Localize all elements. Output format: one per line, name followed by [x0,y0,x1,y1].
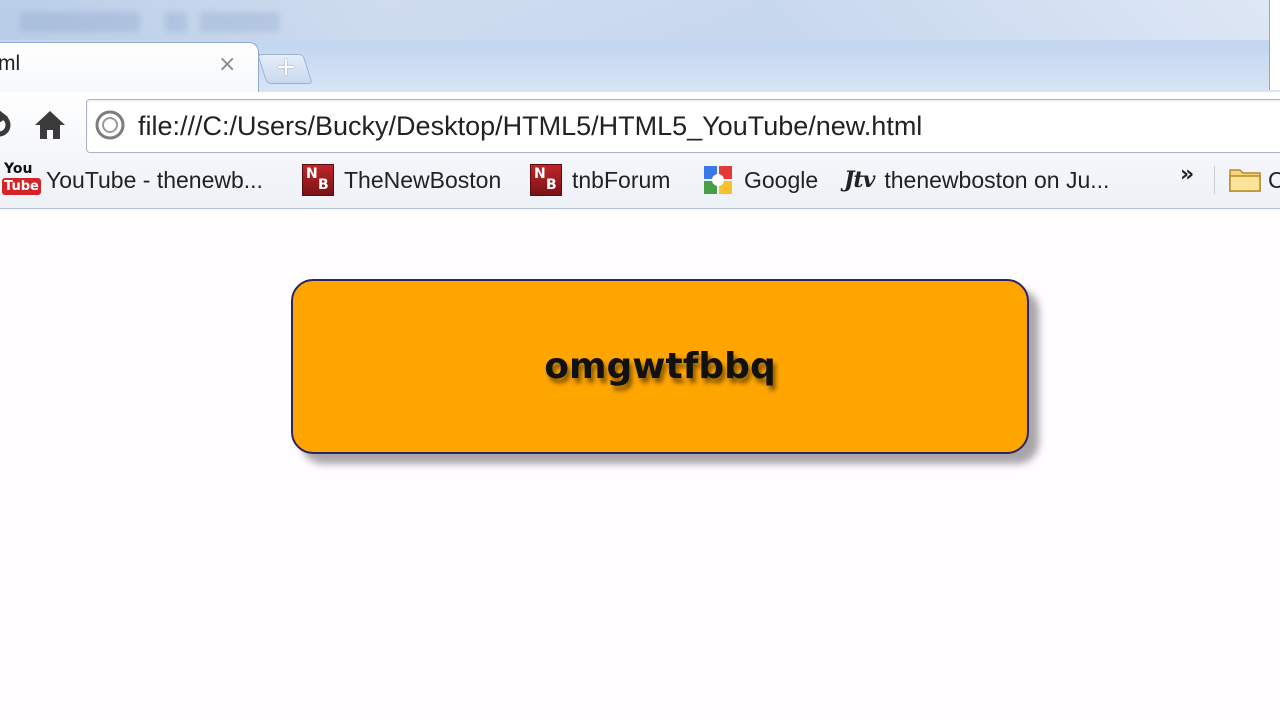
bookmark-label: TheNewBoston [344,166,502,193]
window-edge [1269,0,1280,90]
bookmark-thenewboston[interactable]: NB TheNewBoston [302,162,501,198]
titlebar-blur-shape [200,12,280,32]
reload-icon[interactable] [0,110,12,140]
bookmark-label: YouTube - thenewb... [46,166,263,193]
bookmarks-overflow-icon[interactable]: » [1180,162,1194,187]
url-text[interactable]: file:///C:/Users/Bucky/Desktop/HTML5/HTM… [138,108,922,144]
globe-icon [95,110,125,140]
home-icon[interactable] [33,108,67,142]
tab-title: ml [0,52,21,75]
thenewboston-icon: NB [302,164,334,196]
folder-icon[interactable] [1229,166,1261,192]
youtube-icon: You Tube [2,161,41,195]
titlebar-blur-shape [165,12,187,32]
bookmark-google[interactable]: Google [702,162,818,198]
bookmark-folder-label[interactable]: C [1268,162,1280,198]
bookmark-label: tnbForum [572,166,671,193]
thenewboston-icon: NB [530,164,562,196]
box-heading: omgwtfbbq [544,346,776,387]
google-icon [704,166,732,194]
bookmark-tnbforum[interactable]: NB tnbForum [530,162,670,198]
bookmark-label: Google [744,166,819,193]
bookmark-justintv[interactable]: Jtv thenewboston on Ju... [844,162,1109,198]
window-titlebar [0,0,1280,40]
bookmark-label: thenewboston on Ju... [884,166,1110,193]
bookmark-youtube[interactable]: You Tube YouTube - thenewb... [2,161,263,198]
justintv-icon: Jtv [844,167,875,193]
titlebar-blur-shape [20,12,140,32]
orange-rounded-box: omgwtfbbq [291,279,1029,454]
new-tab-plus-icon[interactable]: + [275,52,297,82]
bookmarks-divider [1214,166,1215,194]
tab-close-icon[interactable]: × [218,53,236,77]
